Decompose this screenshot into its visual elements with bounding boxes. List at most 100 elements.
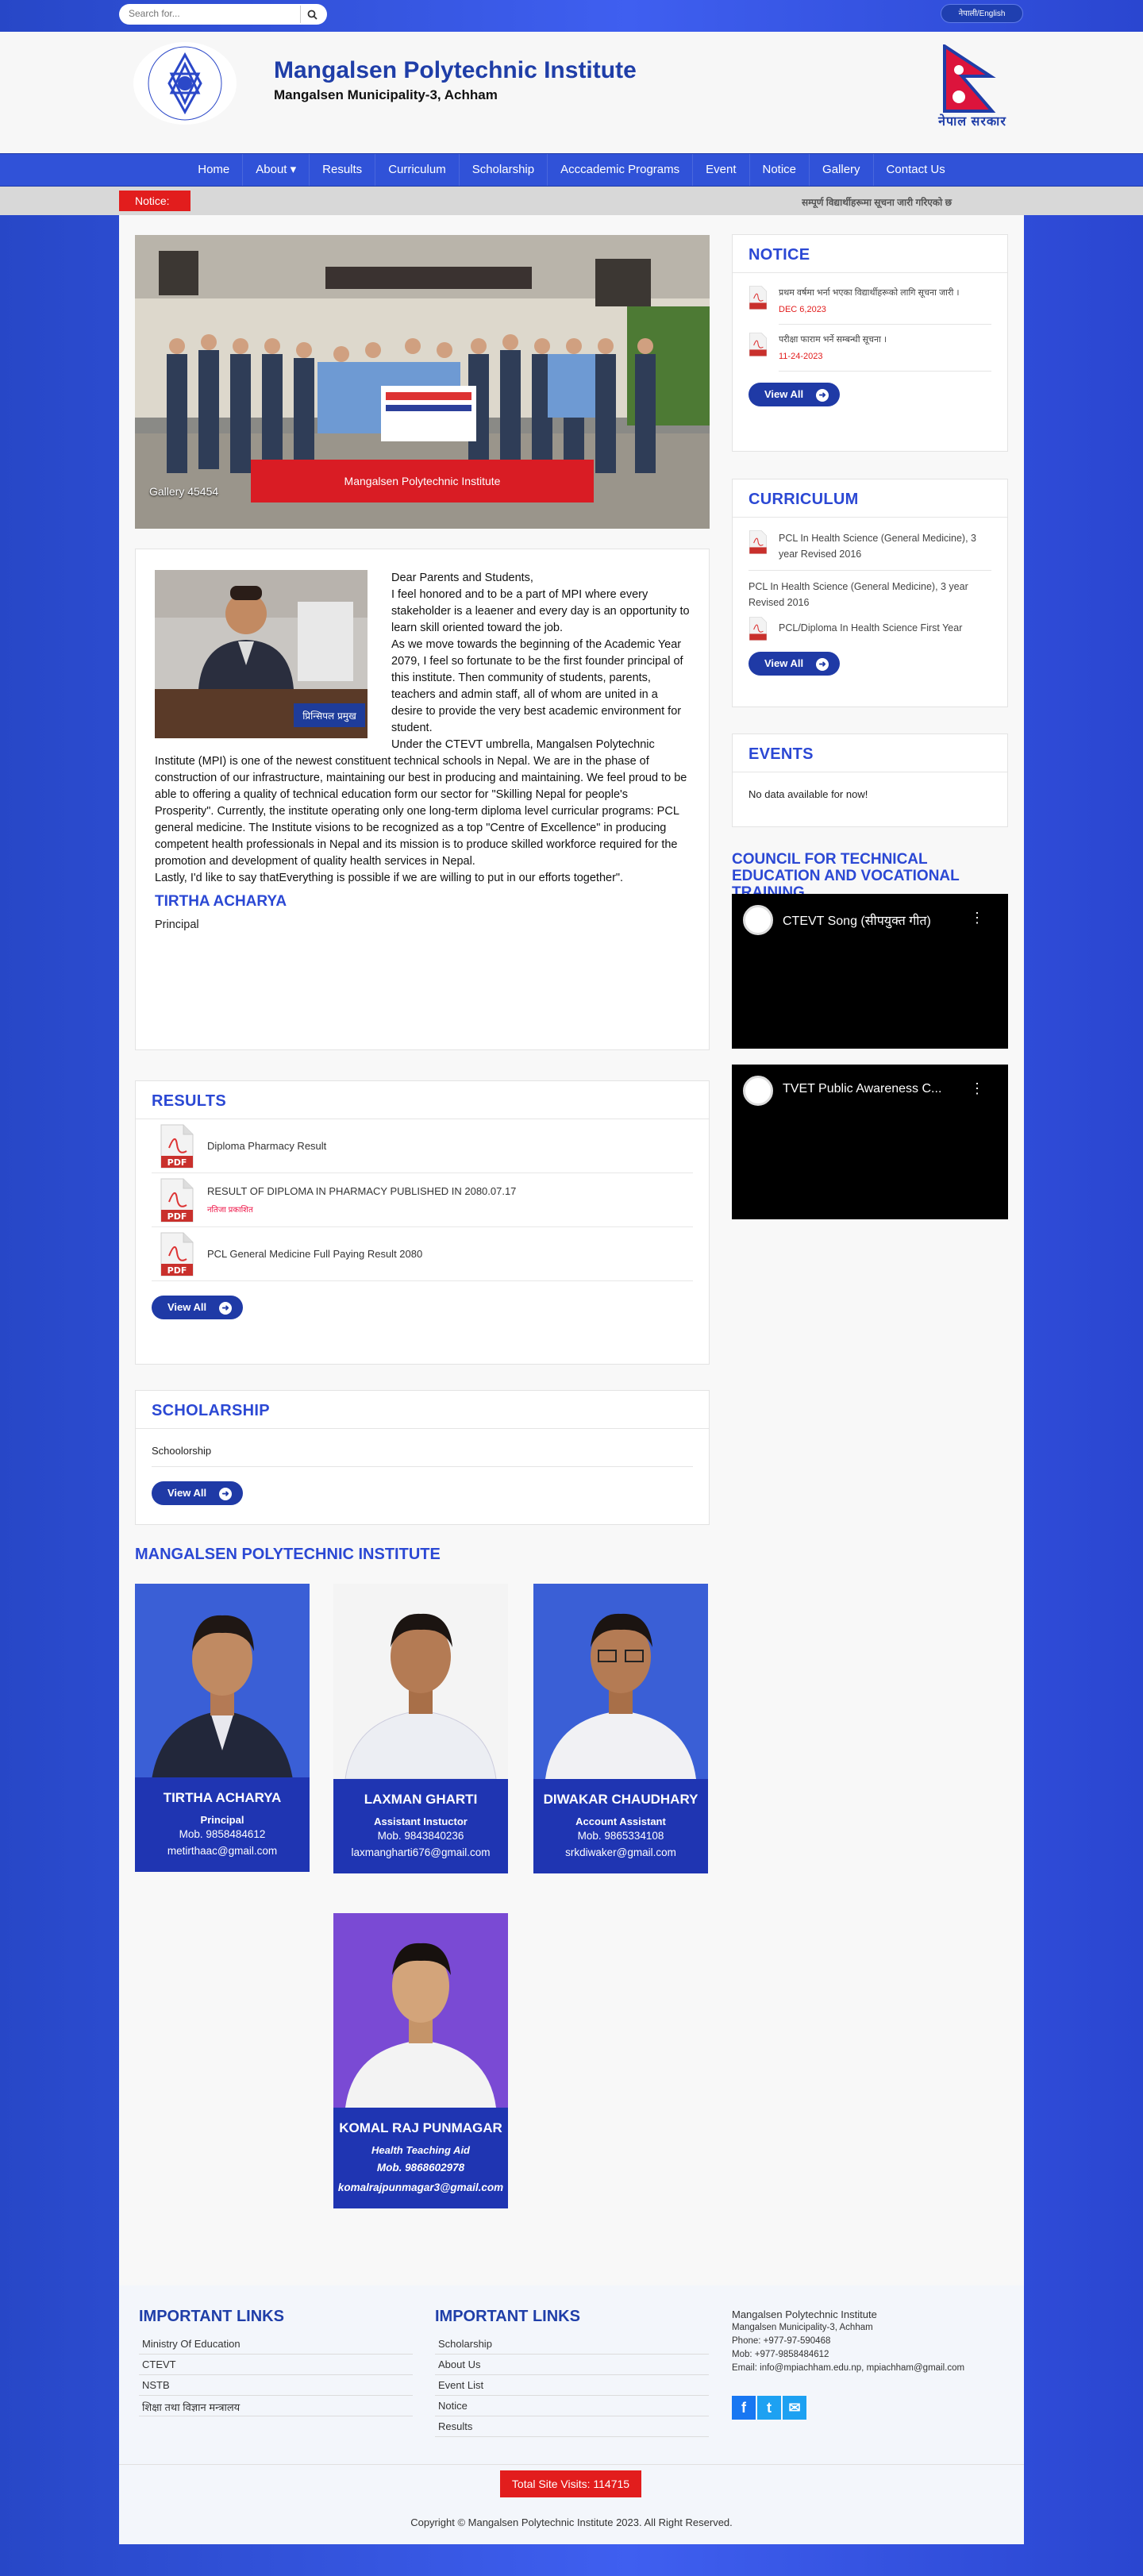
staff-card[interactable]: DIWAKAR CHAUDHARY Account Assistant Mob.…	[533, 1584, 708, 1873]
nav-curriculum[interactable]: Curriculum	[375, 154, 460, 186]
curriculum-item[interactable]: PCL/Diploma In Health Science First Year	[733, 610, 1007, 641]
nav-contact-us[interactable]: Contact Us	[874, 154, 958, 186]
curriculum-item-text[interactable]: PCL In Health Science (General Medicine)…	[749, 570, 991, 610]
footer-links-1: IMPORTANT LINKS Ministry Of Education CT…	[139, 2308, 413, 2416]
nav-gallery[interactable]: Gallery	[810, 154, 874, 186]
notice-ticker-text[interactable]: सम्पूर्ण विद्यार्थीहरूमा सूचना जारी गरिए…	[802, 195, 1024, 208]
staff-info: KOMAL RAJ PUNMAGAR Health Teaching Aid M…	[333, 2108, 508, 2208]
arrow-right-icon: ➜	[219, 1301, 233, 1315]
staff-section-title: MANGALSEN POLYTECHNIC INSTITUTE	[135, 1546, 441, 1563]
pdf-icon	[749, 286, 767, 310]
notice-item-text: प्रथम वर्षमा भर्ना भएका विद्यार्थीहरूको …	[779, 288, 960, 298]
notice-view-all-button[interactable]: View All ➜	[749, 383, 841, 406]
footer-link[interactable]: Scholarship	[435, 2334, 709, 2355]
institute-logo[interactable]	[133, 42, 237, 125]
site-header: Mangalsen Polytechnic Institute Mangalse…	[0, 32, 1143, 153]
nav-home[interactable]: Home	[185, 154, 244, 186]
notice-panel: NOTICE प्रथम वर्षमा भर्ना भएका विद्यार्थ…	[732, 234, 1008, 452]
svg-text:PDF: PDF	[167, 1211, 187, 1222]
staff-info: DIWAKAR CHAUDHARY Account Assistant Mob.…	[533, 1779, 708, 1873]
staff-email[interactable]: laxmangharti676@gmail.com	[337, 1844, 505, 1861]
footer-link[interactable]: Results	[435, 2416, 709, 2437]
staff-role: Health Teaching Aid	[371, 2144, 470, 2156]
result-item[interactable]: PDF Diploma Pharmacy Result	[152, 1119, 693, 1173]
footer-email[interactable]: Email: info@mpiachham.edu.np, mpiachham@…	[732, 2362, 1018, 2375]
footer-link[interactable]: Notice	[435, 2396, 709, 2416]
result-item[interactable]: PDF PCL General Medicine Full Paying Res…	[152, 1227, 693, 1281]
footer-address: Mangalsen Municipality-3, Achham	[732, 2323, 873, 2332]
staff-email[interactable]: srkdiwaker@gmail.com	[537, 1844, 705, 1861]
footer-links-title: IMPORTANT LINKS	[139, 2308, 284, 2325]
nav-about[interactable]: About ▾	[243, 154, 310, 186]
view-all-label: View All	[167, 1487, 207, 1499]
footer-link[interactable]: Ministry Of Education	[139, 2334, 413, 2355]
curriculum-panel: CURRICULUM PCL In Health Science (Genera…	[732, 479, 1008, 707]
notice-item-date: 11-24-2023	[779, 352, 823, 361]
message-paragraph-4: Lastly, I'd like to say thatEverything i…	[155, 872, 624, 884]
staff-photo	[135, 1584, 310, 1777]
view-all-label: View All	[167, 1301, 207, 1313]
staff-name: TIRTHA ACHARYA	[163, 1790, 282, 1805]
footer-link[interactable]: NSTB	[139, 2375, 413, 2396]
nav-scholarship[interactable]: Scholarship	[460, 154, 548, 186]
footer-mobile: Mob: +977-9858484612	[732, 2350, 829, 2359]
language-toggle[interactable]: नेपाली/English	[941, 4, 1023, 23]
site-subtitle: Mangalsen Municipality-3, Achham	[274, 87, 498, 102]
notice-item[interactable]: प्रथम वर्षमा भर्ना भएका विद्यार्थीहरूको …	[733, 273, 1007, 325]
principal-name: TIRTHA ACHARYA	[155, 893, 287, 910]
staff-card[interactable]: KOMAL RAJ PUNMAGAR Health Teaching Aid M…	[333, 1913, 508, 2208]
staff-name: LAXMAN GHARTI	[364, 1792, 478, 1807]
principal-role: Principal	[155, 918, 199, 931]
staff-photo	[333, 1584, 508, 1779]
video-embed[interactable]: CTEVT Song (सीपयुक्त गीत) ⋮	[732, 894, 1008, 1049]
slider-caption: Mangalsen Polytechnic Institute	[251, 460, 594, 502]
nav-academic-programs[interactable]: Acccademic Programs	[548, 154, 694, 186]
more-options-icon[interactable]: ⋮	[970, 1080, 984, 1097]
curriculum-view-all-button[interactable]: View All ➜	[749, 652, 841, 676]
footer-link[interactable]: About Us	[435, 2355, 709, 2375]
events-panel: EVENTS No data available for now!	[732, 734, 1008, 827]
curriculum-item[interactable]: PCL In Health Science (General Medicine)…	[733, 518, 1007, 562]
footer-link[interactable]: Event List	[435, 2375, 709, 2396]
top-bar: नेपाली/English	[0, 0, 1143, 32]
scholarship-item[interactable]: Schoolorship	[152, 1429, 693, 1467]
scholarship-view-all-button[interactable]: View All ➜	[152, 1481, 244, 1505]
facebook-icon[interactable]: f	[732, 2396, 756, 2420]
principal-photo: प्रिन्सिपल प्रमुख	[155, 570, 368, 738]
staff-card[interactable]: TIRTHA ACHARYA Principal Mob. 9858484612…	[135, 1584, 310, 1872]
curriculum-item-text: PCL In Health Science (General Medicine)…	[779, 533, 976, 560]
notice-item[interactable]: परीक्षा फाराम भर्ने सम्बन्धी सूचना । 11-…	[733, 325, 1007, 372]
footer-link[interactable]: CTEVT	[139, 2355, 413, 2375]
footer-link[interactable]: शिक्षा तथा विज्ञान मन्त्रालय	[139, 2396, 413, 2416]
email-icon[interactable]: ✉	[783, 2396, 806, 2420]
svg-text:PDF: PDF	[167, 1157, 187, 1168]
flag-caption: नेपाल सरकार	[938, 115, 1006, 129]
video-title: TVET Public Awareness C...	[783, 1082, 942, 1095]
results-view-all-button[interactable]: View All ➜	[152, 1296, 244, 1319]
image-slider[interactable]: Mangalsen Polytechnic Institute Gallery …	[135, 235, 710, 529]
video-embed[interactable]: TVET Public Awareness C... ⋮	[732, 1065, 1008, 1219]
staff-name: DIWAKAR CHAUDHARY	[543, 1792, 698, 1807]
pdf-icon: PDF	[160, 1124, 194, 1168]
staff-email[interactable]: metirthaac@gmail.com	[138, 1842, 306, 1859]
footer-links-title: IMPORTANT LINKS	[435, 2308, 580, 2325]
more-options-icon[interactable]: ⋮	[970, 910, 984, 926]
nav-results[interactable]: Results	[310, 154, 376, 186]
result-item-text: RESULT OF DIPLOMA IN PHARMACY PUBLISHED …	[207, 1185, 517, 1197]
nav-notice[interactable]: Notice	[750, 154, 810, 186]
notice-item-date: DEC 6,2023	[779, 305, 826, 314]
result-item[interactable]: PDF RESULT OF DIPLOMA IN PHARMACY PUBLIS…	[152, 1173, 693, 1227]
search-input[interactable]	[129, 8, 287, 19]
search-button[interactable]	[300, 6, 324, 23]
pdf-icon	[749, 333, 767, 356]
events-empty-message: No data available for now!	[749, 788, 868, 800]
nepal-flag-icon	[943, 44, 996, 113]
arrow-right-icon: ➜	[816, 388, 829, 402]
footer-phone: Phone: +977-97-590468	[732, 2336, 831, 2346]
nav-event[interactable]: Event	[693, 154, 750, 186]
staff-email[interactable]: komalrajpunmagar3@gmail.com	[337, 2179, 505, 2196]
notice-ticker: Notice: सम्पूर्ण विद्यार्थीहरूमा सूचना ज…	[0, 187, 1143, 215]
arrow-right-icon: ➜	[816, 657, 829, 671]
twitter-icon[interactable]: t	[757, 2396, 781, 2420]
staff-card[interactable]: LAXMAN GHARTI Assistant Instuctor Mob. 9…	[333, 1584, 508, 1873]
